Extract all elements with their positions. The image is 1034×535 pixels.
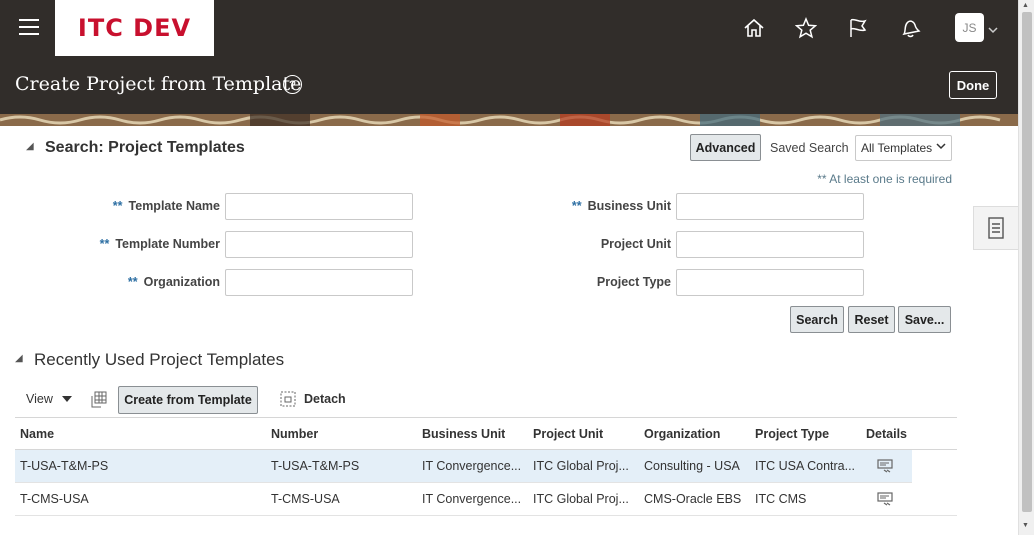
page-title-bar: Create Project from Template ? Done	[0, 56, 1018, 114]
cell-project-unit: ITC Global Proj...	[533, 459, 629, 473]
side-panel-tab[interactable]	[973, 206, 1018, 250]
recent-heading: Recently Used Project Templates	[34, 350, 285, 369]
cell-project-type: ITC CMS	[755, 492, 807, 506]
template-name-input[interactable]	[225, 193, 413, 220]
cell-name: T-CMS-USA	[20, 492, 89, 506]
business-unit-label: ** Business Unit	[510, 199, 671, 213]
saved-search-value: All Templates	[861, 141, 933, 155]
search-button[interactable]: Search	[790, 306, 844, 333]
template-number-label-text: Template Number	[115, 237, 220, 251]
organization-label-text: Organization	[143, 275, 220, 289]
document-icon	[988, 217, 1004, 239]
organization-input[interactable]	[225, 269, 413, 296]
avatar-initials: JS	[962, 20, 977, 35]
favorites-star-icon[interactable]	[792, 14, 820, 42]
required-marker: **	[571, 199, 582, 213]
details-icon[interactable]	[877, 459, 893, 476]
cell-name: T-USA-T&M-PS	[20, 459, 109, 473]
scroll-up-arrow-icon[interactable]: ▲	[1022, 2, 1029, 9]
column-header-project-unit[interactable]: Project Unit	[533, 427, 603, 441]
brand-logo-text: ITC DEV	[77, 14, 192, 42]
help-icon[interactable]: ?	[283, 75, 302, 94]
home-icon[interactable]	[740, 14, 768, 42]
chevron-down-icon	[936, 143, 946, 150]
required-marker: **	[99, 237, 110, 251]
required-marker: **	[127, 275, 138, 289]
search-heading: Search: Project Templates	[45, 139, 245, 156]
reset-button[interactable]: Reset	[848, 306, 895, 333]
notifications-bell-icon[interactable]	[896, 14, 924, 42]
business-unit-label-text: Business Unit	[587, 199, 671, 213]
required-note: ** At least one is required	[817, 172, 952, 186]
scrollbar-thumb[interactable]	[1022, 12, 1032, 512]
user-avatar[interactable]: JS	[955, 13, 984, 42]
column-header-details: Details	[866, 427, 907, 441]
template-number-label: ** Template Number	[60, 237, 220, 251]
vertical-scrollbar[interactable]: ▲ ▼	[1018, 0, 1034, 535]
cell-organization: Consulting - USA	[644, 459, 740, 473]
create-from-template-button[interactable]: Create from Template	[118, 386, 258, 414]
project-type-input[interactable]	[676, 269, 864, 296]
column-header-number[interactable]: Number	[271, 427, 318, 441]
cell-organization: CMS-Oracle EBS	[644, 492, 742, 506]
cell-number: T-USA-T&M-PS	[271, 459, 360, 473]
freeze-columns-icon[interactable]	[91, 391, 107, 412]
watchlist-flag-icon[interactable]	[844, 14, 872, 42]
navigator-menu-icon[interactable]	[19, 19, 39, 35]
column-header-business-unit[interactable]: Business Unit	[422, 427, 505, 441]
table-header-row: Name Number Business Unit Project Unit O…	[15, 418, 957, 450]
decorative-banner	[0, 114, 1018, 126]
column-header-name[interactable]: Name	[20, 427, 54, 441]
view-menu-label: View	[26, 392, 53, 406]
template-name-label: ** Template Name	[60, 199, 220, 213]
advanced-search-button[interactable]: Advanced	[690, 134, 761, 161]
detach-label: Detach	[304, 392, 346, 406]
cell-business-unit: IT Convergence...	[422, 492, 522, 506]
view-menu[interactable]: View	[26, 392, 73, 406]
project-type-label: Project Type	[596, 275, 671, 289]
scroll-down-arrow-icon[interactable]: ▼	[1022, 522, 1029, 529]
column-header-organization[interactable]: Organization	[644, 427, 720, 441]
done-button[interactable]: Done	[949, 71, 997, 99]
project-unit-input[interactable]	[676, 231, 864, 258]
cell-project-type: ITC USA Contra...	[755, 459, 856, 473]
page-title: Create Project from Template	[15, 73, 302, 95]
table-row[interactable]: T-USA-T&M-PS T-USA-T&M-PS IT Convergence…	[15, 450, 912, 483]
global-header: ITC DEV JS	[0, 0, 1018, 56]
templates-table: Name Number Business Unit Project Unit O…	[15, 417, 957, 516]
cell-project-unit: ITC Global Proj...	[533, 492, 629, 506]
template-number-input[interactable]	[225, 231, 413, 258]
brand-logo[interactable]: ITC DEV	[55, 0, 214, 56]
details-icon[interactable]	[877, 492, 893, 509]
saved-search-label: Saved Search	[770, 141, 849, 155]
saved-search-select[interactable]: All Templates	[855, 135, 952, 161]
template-name-label-text: Template Name	[128, 199, 220, 213]
collapse-recent-icon[interactable]: ◢	[15, 353, 23, 364]
cell-business-unit: IT Convergence...	[422, 459, 522, 473]
cell-number: T-CMS-USA	[271, 492, 340, 506]
column-header-project-type[interactable]: Project Type	[755, 427, 829, 441]
organization-label: ** Organization	[60, 275, 220, 289]
collapse-search-icon[interactable]: ◢	[26, 141, 34, 152]
project-unit-label: Project Unit	[600, 237, 671, 251]
detach-button[interactable]: Detach	[280, 391, 346, 407]
save-search-button[interactable]: Save...	[898, 306, 951, 333]
caret-down-icon	[62, 396, 73, 402]
business-unit-input[interactable]	[676, 193, 864, 220]
table-row[interactable]: T-CMS-USA T-CMS-USA IT Convergence... IT…	[15, 483, 957, 516]
required-marker: **	[112, 199, 123, 213]
detach-icon	[280, 391, 296, 407]
chevron-down-icon[interactable]	[988, 22, 998, 37]
